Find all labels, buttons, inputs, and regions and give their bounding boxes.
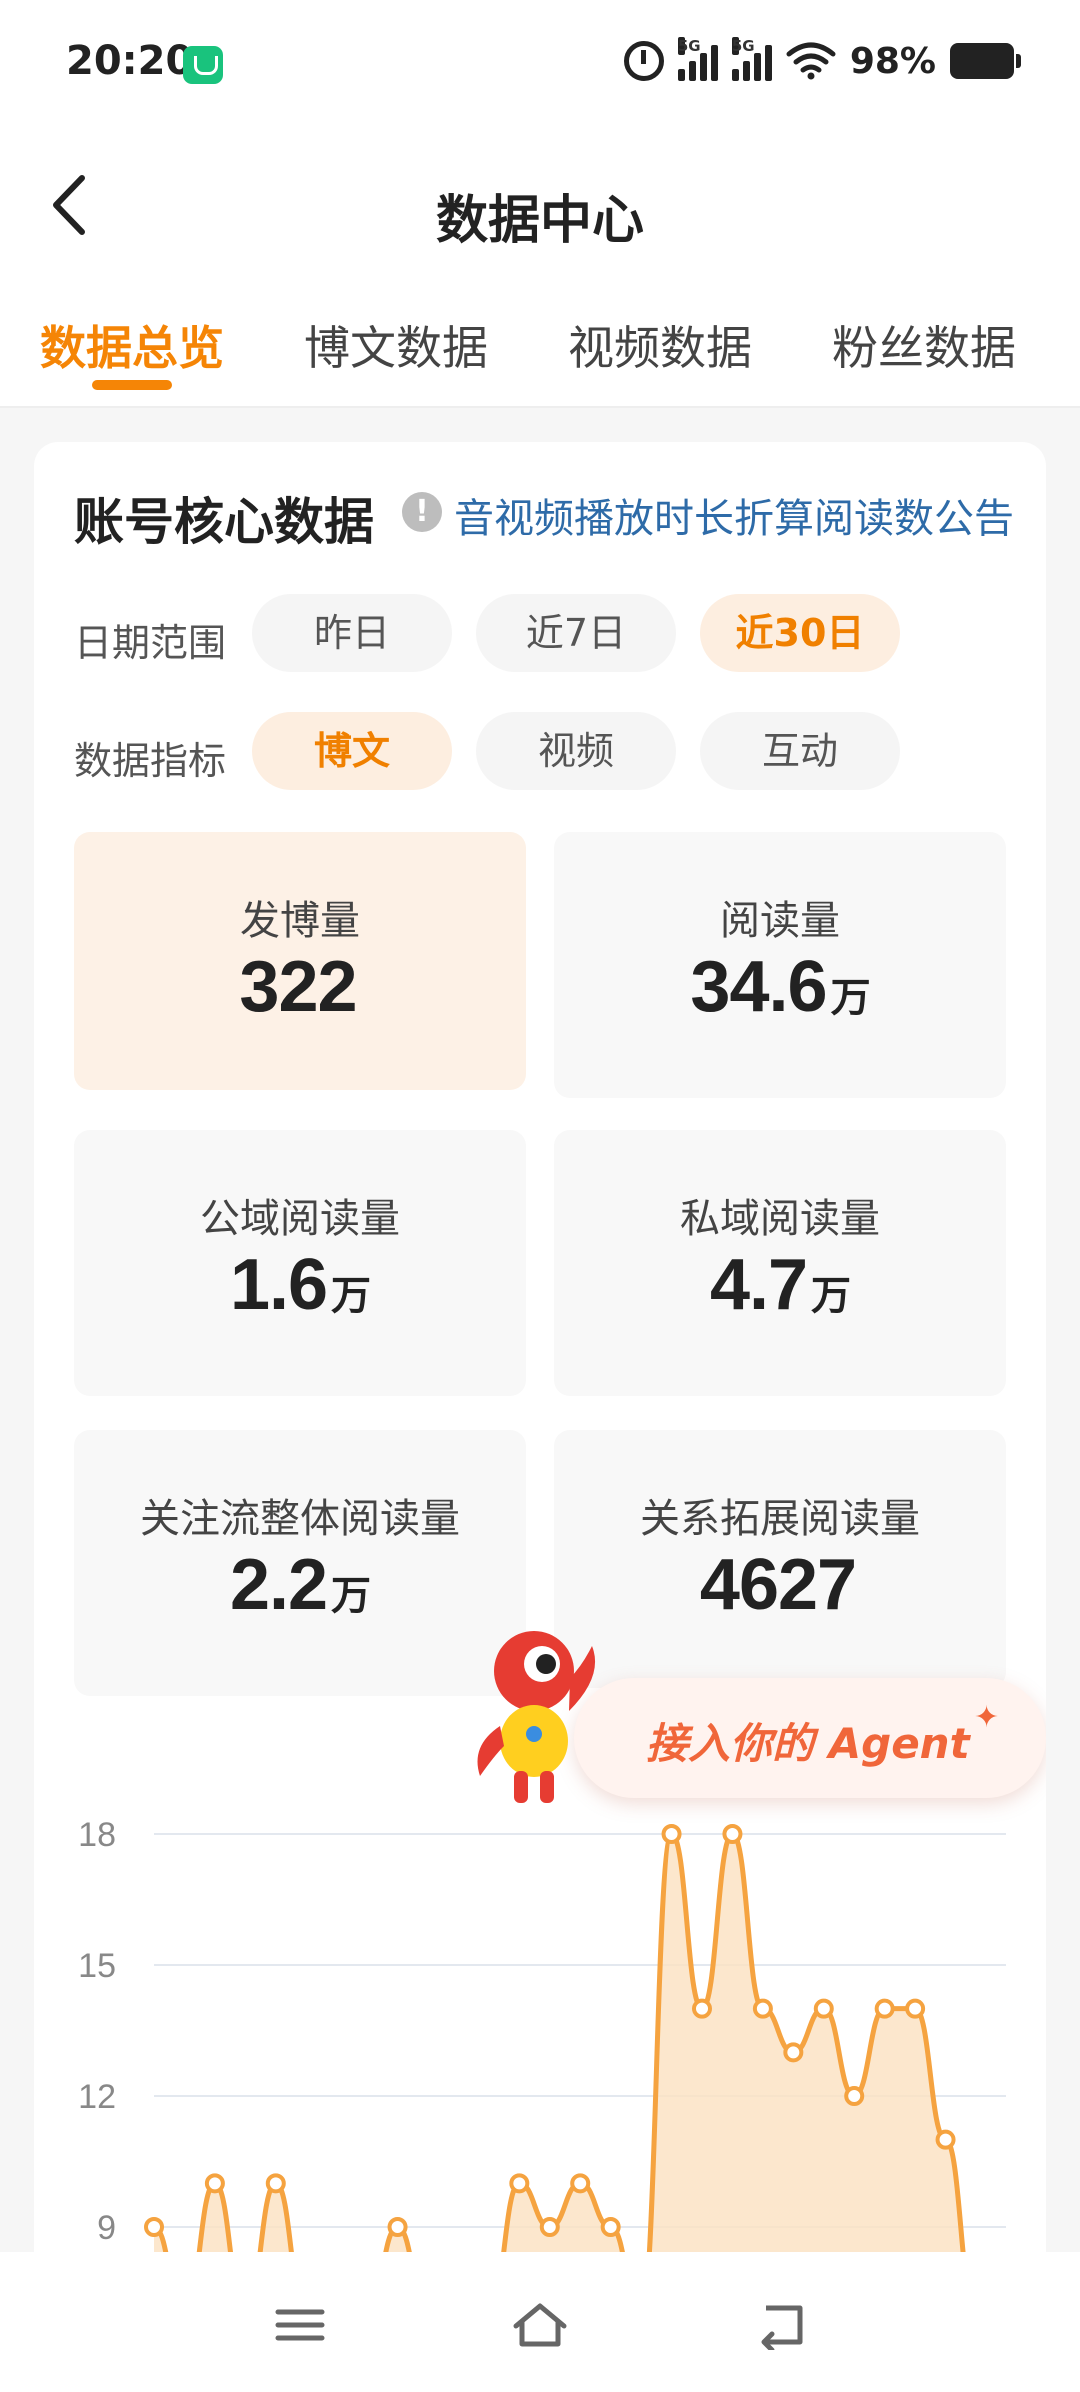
chart-point xyxy=(752,1998,773,2019)
status-icons: 5G 5G 98% xyxy=(623,36,1021,86)
back-icon[interactable] xyxy=(750,2300,810,2350)
page-title: 数据中心 xyxy=(435,191,644,251)
chart-point xyxy=(844,2086,865,2106)
signal-label: 5G xyxy=(677,37,701,55)
tab-posts[interactable]: 博文数据 xyxy=(304,312,488,378)
chart-point xyxy=(813,1998,834,2019)
chart-point xyxy=(661,1824,682,1844)
chart-y-tick: 12 xyxy=(78,2078,116,2116)
chart-point xyxy=(204,2173,225,2194)
chart-point xyxy=(509,2173,530,2194)
signal-icon: 5G xyxy=(731,37,772,81)
tab-overview[interactable]: 数据总览 xyxy=(40,312,224,378)
tab-fans[interactable]: 粉丝数据 xyxy=(832,312,1016,378)
home-icon[interactable] xyxy=(510,2300,570,2350)
chart-point xyxy=(783,2042,804,2063)
chart-point xyxy=(905,1998,926,2019)
chart-point xyxy=(144,2217,164,2237)
chart-point xyxy=(874,1998,895,2019)
chart-point xyxy=(387,2217,408,2237)
status-bar: 20:20 5G 5G 98% xyxy=(0,0,1080,120)
chart-point xyxy=(600,2217,621,2237)
tab-bar: 数据总览 博文数据 视频数据 粉丝数据 xyxy=(0,290,1080,408)
agent-promo-text: 接入你的 Agent xyxy=(646,1719,970,1768)
chart-point xyxy=(722,1824,743,1844)
chart-point xyxy=(935,2129,956,2150)
menu-icon[interactable] xyxy=(270,2300,330,2350)
nav-bar: 数据中心 xyxy=(0,120,1080,290)
system-nav-bar xyxy=(0,2252,1080,2392)
agent-promo-banner[interactable]: 接入你的 Agent ✦ xyxy=(574,1678,1046,1798)
chart-point xyxy=(692,1998,712,2019)
tab-videos[interactable]: 视频数据 xyxy=(568,312,752,378)
chart-point xyxy=(539,2217,560,2237)
battery-percent: 98% xyxy=(849,40,936,82)
chart-y-tick: 9 xyxy=(97,2209,116,2247)
app-notification-icon xyxy=(183,46,223,84)
wifi-icon xyxy=(786,42,836,80)
mascot-icon[interactable] xyxy=(464,1616,614,1816)
chart-point xyxy=(265,2173,286,2194)
tab-active-indicator xyxy=(92,380,172,390)
core-data-card: 账号核心数据 ! 音视频播放时长折算阅读数公告 日期范围 昨日 近7日 近30日… xyxy=(34,442,1046,2392)
signal-label: 5G xyxy=(731,37,755,55)
status-time: 20:20 xyxy=(66,38,194,84)
signal-icon: 5G xyxy=(677,37,718,81)
chart-y-tick: 15 xyxy=(78,1947,116,1985)
battery-icon xyxy=(950,43,1021,79)
chart-y-tick: 18 xyxy=(78,1816,116,1854)
sparkle-icon: ✦ xyxy=(974,1700,1000,1735)
reads-trend-chart: 18 15 12 9 xyxy=(78,1816,1006,2392)
chart-point xyxy=(570,2173,591,2194)
alarm-icon xyxy=(623,41,664,81)
